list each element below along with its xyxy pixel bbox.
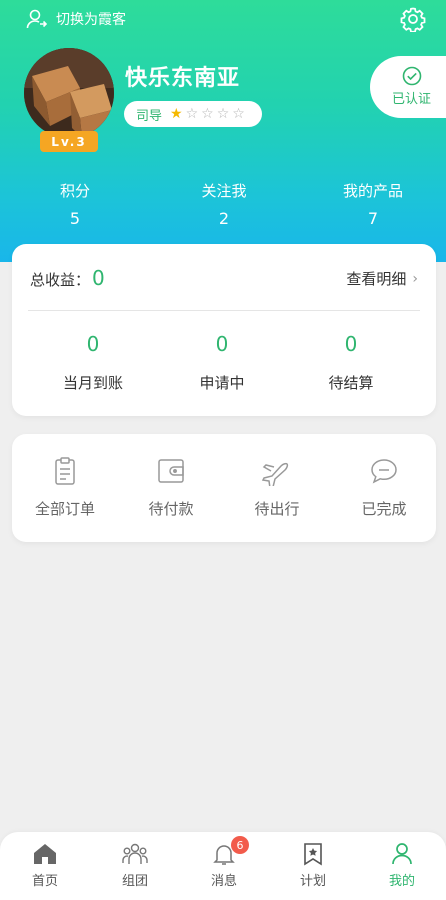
earnings-value: 0 (86, 332, 100, 356)
tab-plan[interactable]: 计划 (278, 842, 348, 889)
role-label: 司导 (136, 108, 163, 124)
user-icon (392, 843, 412, 865)
earnings-card: 总收益： 0 查看明细 › 0 当月到账 0 申请中 0 待结算 (12, 244, 436, 416)
stat-points[interactable]: 积分 5 (15, 180, 135, 228)
chat-bubble-icon (371, 459, 397, 484)
rating-stars: ★ ☆ ☆ ☆ ☆ (170, 107, 245, 121)
earnings-label: 当月到账 (62, 374, 123, 392)
tab-label: 组团 (121, 874, 148, 889)
view-details-label: 查看明细 (346, 270, 407, 288)
earnings-total: 总收益： 0 (30, 266, 105, 290)
tab-mine[interactable]: 我的 (367, 842, 437, 889)
orders-pending-travel-button[interactable]: 待出行 (227, 456, 327, 519)
star-empty-icon: ☆ (232, 106, 245, 122)
stat-label: 关注我 (201, 182, 247, 200)
switch-role-button[interactable]: 切换为霞客 (26, 8, 126, 30)
earnings-pending-application[interactable]: 0 申请中 (162, 332, 282, 393)
switch-user-icon (26, 9, 48, 29)
bottom-tab-bar: 首页 组团 6 消息 计划 我的 (0, 832, 446, 900)
verified-label: 已认证 (392, 92, 432, 107)
home-icon (34, 844, 56, 864)
earnings-value: 0 (215, 332, 229, 356)
stat-value: 5 (69, 209, 81, 228)
avatar[interactable] (24, 48, 114, 138)
divider (28, 310, 420, 311)
stat-my-products[interactable]: 我的产品 7 (313, 180, 433, 228)
tab-label: 消息 (210, 874, 237, 889)
role-rating-pill: 司导 ★ ☆ ☆ ☆ ☆ (124, 101, 262, 127)
stat-label: 积分 (59, 182, 90, 200)
order-label: 待出行 (254, 500, 300, 518)
tab-label: 首页 (31, 874, 58, 889)
star-empty-icon: ☆ (185, 106, 199, 122)
chevron-right-icon: › (412, 270, 418, 287)
tab-label: 我的 (388, 874, 415, 889)
tab-label: 计划 (299, 874, 326, 889)
orders-completed-button[interactable]: 已完成 (334, 456, 434, 519)
stat-value: 7 (367, 209, 379, 228)
wallet-icon (158, 459, 184, 483)
order-label: 已完成 (361, 500, 407, 518)
stat-value: 2 (218, 209, 230, 228)
orders-card: 全部订单 待付款 待出行 已完成 (12, 434, 436, 542)
earnings-monthly-received[interactable]: 0 当月到账 (33, 332, 153, 393)
earnings-title: 总收益： (30, 271, 91, 289)
tab-messages[interactable]: 6 消息 (189, 836, 259, 889)
orders-pending-payment-button[interactable]: 待付款 (121, 456, 221, 519)
star-filled-icon: ★ (170, 106, 183, 122)
stat-followers[interactable]: 关注我 2 (164, 180, 284, 228)
earnings-value: 0 (344, 332, 358, 356)
earnings-total-value: 0 (92, 266, 105, 290)
avatar-image (24, 48, 114, 138)
username: 快乐东南亚 (125, 66, 241, 91)
order-label: 待付款 (148, 500, 194, 518)
earnings-label: 待结算 (328, 374, 374, 392)
star-empty-icon: ☆ (201, 106, 214, 122)
earnings-label: 申请中 (199, 374, 245, 392)
plane-icon (261, 462, 289, 486)
level-badge: Lv.3 (40, 131, 98, 152)
order-label: 全部订单 (34, 500, 95, 518)
star-empty-icon: ☆ (216, 106, 230, 122)
bookmark-star-icon (304, 843, 322, 866)
view-details-link[interactable]: 查看明细 › (346, 268, 418, 289)
tab-home[interactable]: 首页 (10, 842, 80, 889)
check-circle-icon (402, 66, 422, 86)
earnings-to-settle[interactable]: 0 待结算 (291, 332, 411, 393)
switch-role-label: 切换为霞客 (56, 12, 126, 28)
settings-gear-icon[interactable] (400, 6, 426, 32)
message-count-badge: 6 (231, 836, 249, 854)
tab-group[interactable]: 组团 (100, 842, 170, 889)
orders-all-button[interactable]: 全部订单 (15, 456, 115, 519)
stat-label: 我的产品 (342, 182, 403, 200)
group-icon (122, 843, 148, 864)
clipboard-icon (55, 457, 75, 485)
verified-badge[interactable]: 已认证 (370, 56, 446, 118)
